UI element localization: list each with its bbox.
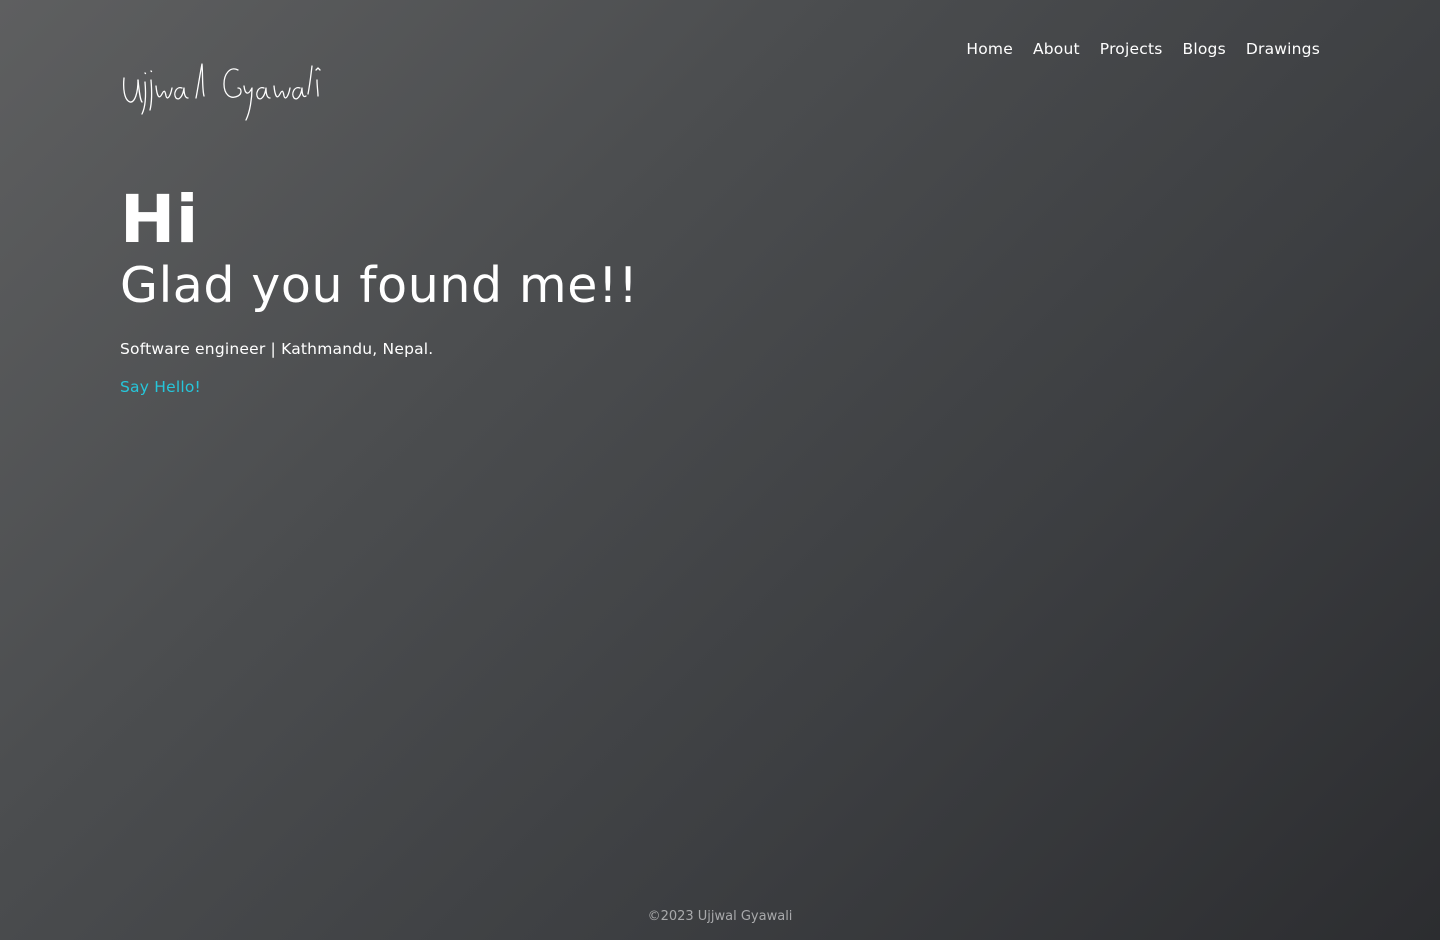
hero-greeting: Hi [120,181,199,258]
say-hello-link[interactable]: Say Hello! [120,376,201,398]
nav-drawings-link[interactable]: Drawings [1246,38,1320,60]
site-footer: ©2023 Ujjwal Gyawali [0,908,1440,926]
hero-section: Hi Glad you found me!! Software engineer… [120,180,638,398]
nav-about-link[interactable]: About [1033,38,1080,60]
nav-home-link[interactable]: Home [966,38,1013,60]
hero-headline: Glad you found me!! [120,257,639,314]
nav-blogs-link[interactable]: Blogs [1183,38,1226,60]
signature-logo-graphic [123,63,321,121]
signature-logo[interactable] [118,56,324,126]
copyright-text: ©2023 Ujjwal Gyawali [647,909,793,924]
hero-tagline: Software engineer | Kathmandu, Nepal. [120,340,434,358]
site-header: Home About Projects Blogs Drawings [0,0,1440,140]
nav-projects-link[interactable]: Projects [1100,38,1163,60]
main-nav: Home About Projects Blogs Drawings [966,38,1320,60]
